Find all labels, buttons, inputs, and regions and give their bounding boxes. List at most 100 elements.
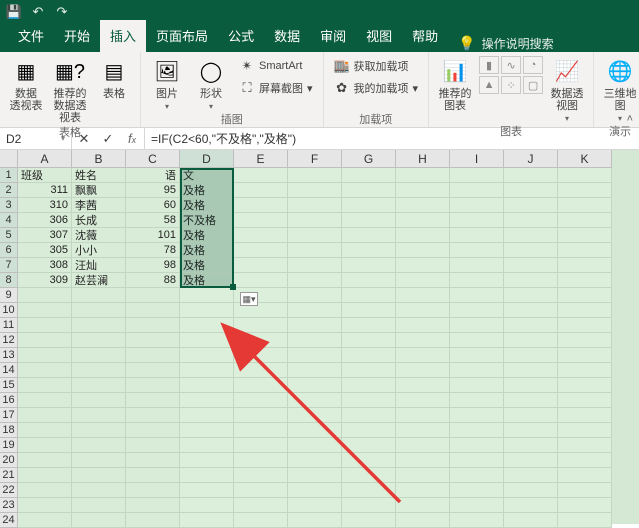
cell[interactable] bbox=[18, 483, 72, 498]
cell[interactable] bbox=[504, 468, 558, 483]
cell[interactable] bbox=[504, 213, 558, 228]
cell[interactable] bbox=[72, 513, 126, 528]
cell[interactable] bbox=[288, 168, 342, 183]
column-header[interactable]: I bbox=[450, 150, 504, 168]
cell[interactable] bbox=[288, 393, 342, 408]
cell[interactable] bbox=[396, 318, 450, 333]
cell[interactable] bbox=[504, 393, 558, 408]
cell[interactable] bbox=[234, 423, 288, 438]
collapse-ribbon-icon[interactable]: ˄ bbox=[627, 113, 633, 125]
cell[interactable]: 101 bbox=[126, 228, 180, 243]
cell[interactable] bbox=[504, 513, 558, 528]
cell[interactable] bbox=[234, 393, 288, 408]
cell[interactable] bbox=[450, 213, 504, 228]
cell[interactable] bbox=[342, 348, 396, 363]
cell[interactable] bbox=[558, 438, 612, 453]
cell[interactable] bbox=[18, 288, 72, 303]
cell[interactable] bbox=[180, 303, 234, 318]
cell[interactable] bbox=[342, 513, 396, 528]
column-header[interactable]: J bbox=[504, 150, 558, 168]
row-header[interactable]: 1 bbox=[0, 168, 18, 183]
cell[interactable] bbox=[396, 453, 450, 468]
cell[interactable] bbox=[396, 288, 450, 303]
redo-icon[interactable]: ↷ bbox=[54, 4, 70, 20]
tab-view[interactable]: 视图 bbox=[356, 20, 402, 52]
cell[interactable] bbox=[72, 378, 126, 393]
cell[interactable]: 307 bbox=[18, 228, 72, 243]
cell[interactable] bbox=[450, 468, 504, 483]
cell[interactable] bbox=[288, 228, 342, 243]
cell[interactable] bbox=[18, 438, 72, 453]
cell[interactable] bbox=[126, 438, 180, 453]
cell[interactable] bbox=[18, 423, 72, 438]
cell[interactable] bbox=[288, 318, 342, 333]
cell[interactable] bbox=[558, 198, 612, 213]
cell[interactable]: 60 bbox=[126, 198, 180, 213]
smartart-button[interactable]: ✴SmartArt bbox=[235, 56, 317, 76]
cell[interactable] bbox=[180, 513, 234, 528]
cell[interactable] bbox=[450, 378, 504, 393]
cell[interactable] bbox=[396, 333, 450, 348]
column-header[interactable]: K bbox=[558, 150, 612, 168]
row-header[interactable]: 20 bbox=[0, 453, 18, 468]
cell[interactable] bbox=[504, 303, 558, 318]
cell[interactable] bbox=[288, 468, 342, 483]
tab-review[interactable]: 审阅 bbox=[310, 20, 356, 52]
cell[interactable]: 309 bbox=[18, 273, 72, 288]
cell[interactable] bbox=[288, 498, 342, 513]
cell[interactable]: 小小 bbox=[72, 243, 126, 258]
cell[interactable] bbox=[504, 288, 558, 303]
cell[interactable] bbox=[558, 183, 612, 198]
cell[interactable] bbox=[234, 243, 288, 258]
cell[interactable] bbox=[18, 303, 72, 318]
cell[interactable]: 310 bbox=[18, 198, 72, 213]
cell[interactable] bbox=[234, 198, 288, 213]
column-header[interactable]: F bbox=[288, 150, 342, 168]
cell[interactable] bbox=[72, 423, 126, 438]
cell[interactable]: 306 bbox=[18, 213, 72, 228]
cell[interactable] bbox=[72, 453, 126, 468]
cell[interactable] bbox=[396, 273, 450, 288]
chart-area-icon[interactable]: ▲ bbox=[479, 76, 499, 94]
cell[interactable] bbox=[558, 348, 612, 363]
cell[interactable] bbox=[450, 483, 504, 498]
cell[interactable] bbox=[396, 228, 450, 243]
cell[interactable] bbox=[504, 363, 558, 378]
cell[interactable] bbox=[72, 483, 126, 498]
cell[interactable] bbox=[450, 273, 504, 288]
cell[interactable] bbox=[558, 453, 612, 468]
cell[interactable] bbox=[288, 333, 342, 348]
cell[interactable]: 58 bbox=[126, 213, 180, 228]
row-header[interactable]: 22 bbox=[0, 483, 18, 498]
cell[interactable] bbox=[504, 198, 558, 213]
row-header[interactable]: 8 bbox=[0, 273, 18, 288]
cell[interactable] bbox=[342, 243, 396, 258]
cell[interactable] bbox=[450, 303, 504, 318]
row-header[interactable]: 11 bbox=[0, 318, 18, 333]
cell[interactable]: 308 bbox=[18, 258, 72, 273]
cell[interactable] bbox=[342, 423, 396, 438]
cell[interactable] bbox=[288, 198, 342, 213]
cell[interactable] bbox=[504, 408, 558, 423]
cell[interactable] bbox=[450, 333, 504, 348]
3d-map-button[interactable]: 🌐 三维地 图 ▾ bbox=[600, 56, 639, 123]
tab-home[interactable]: 开始 bbox=[54, 20, 100, 52]
cell[interactable] bbox=[234, 363, 288, 378]
cell[interactable] bbox=[180, 423, 234, 438]
column-header[interactable]: G bbox=[342, 150, 396, 168]
tab-layout[interactable]: 页面布局 bbox=[146, 20, 218, 52]
cell[interactable] bbox=[234, 468, 288, 483]
cell[interactable] bbox=[342, 438, 396, 453]
recommended-charts-button[interactable]: 📊 推荐的 图表 bbox=[435, 56, 475, 112]
cell[interactable] bbox=[558, 258, 612, 273]
cell[interactable] bbox=[396, 483, 450, 498]
row-header[interactable]: 13 bbox=[0, 348, 18, 363]
cell[interactable] bbox=[450, 318, 504, 333]
cell[interactable] bbox=[504, 228, 558, 243]
cell[interactable] bbox=[72, 318, 126, 333]
cell[interactable] bbox=[342, 498, 396, 513]
cell[interactable]: 汪灿 bbox=[72, 258, 126, 273]
cell[interactable] bbox=[342, 453, 396, 468]
cell[interactable] bbox=[558, 288, 612, 303]
cell[interactable] bbox=[126, 333, 180, 348]
